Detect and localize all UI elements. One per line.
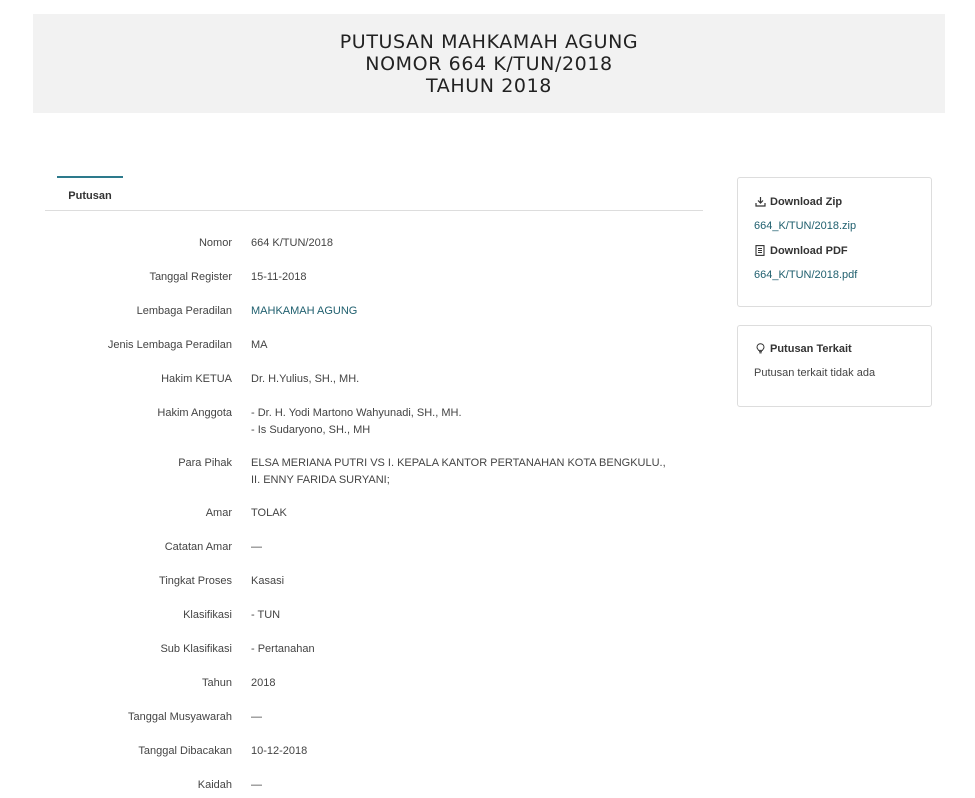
- detail-value: 2018: [251, 677, 276, 689]
- detail-value: 10-12-2018: [251, 745, 308, 757]
- detail-value: —: [251, 541, 262, 553]
- related-decisions-panel: Putusan Terkait Putusan terkait tidak ad…: [737, 325, 932, 407]
- page-title-line-1: PUTUSAN MAHKAMAH AGUNG: [339, 31, 639, 53]
- download-panel: Download Zip 664_K/TUN/2018.zip Download…: [737, 177, 932, 307]
- detail-label: Para Pihak: [178, 457, 232, 469]
- detail-value: Kasasi: [251, 575, 285, 587]
- detail-label: Tanggal Musyawarah: [128, 711, 232, 723]
- page-title-line-2: NOMOR 664 K/TUN/2018: [365, 53, 613, 75]
- download-pdf-heading: Download PDF: [754, 245, 848, 257]
- detail-label: Tanggal Dibacakan: [138, 745, 232, 757]
- related-heading: Putusan Terkait: [754, 343, 852, 355]
- detail-label: Amar: [205, 507, 232, 519]
- detail-label: Tingkat Proses: [159, 575, 232, 587]
- detail-value: Dr. H.Yulius, SH., MH.: [251, 373, 360, 385]
- detail-label: Sub Klasifikasi: [160, 643, 232, 655]
- file-pdf-icon: [754, 245, 766, 257]
- detail-value: ELSA MERIANA PUTRI VS I. KEPALA KANTOR P…: [251, 457, 666, 486]
- page-header: PUTUSAN MAHKAMAH AGUNG NOMOR 664 K/TUN/2…: [33, 14, 945, 113]
- detail-label: Tanggal Register: [149, 271, 232, 283]
- detail-value: - Pertanahan: [251, 643, 315, 655]
- detail-value: —: [251, 779, 262, 791]
- download-pdf-label: Download PDF: [770, 245, 848, 257]
- related-empty-text: Putusan terkait tidak ada: [754, 367, 876, 379]
- detail-label: Hakim KETUA: [161, 373, 232, 385]
- lightbulb-icon: [754, 343, 766, 355]
- page-title-line-3: TAHUN 2018: [426, 75, 552, 97]
- download-zip-label: Download Zip: [770, 196, 843, 208]
- detail-label: Hakim Anggota: [157, 407, 232, 419]
- related-heading-label: Putusan Terkait: [770, 343, 852, 355]
- download-pdf-link[interactable]: 664_K/TUN/2018.pdf: [754, 269, 857, 281]
- lembaga-peradilan-link[interactable]: MAHKAMAH AGUNG: [251, 303, 681, 320]
- detail-label: Jenis Lembaga Peradilan: [107, 339, 232, 351]
- detail-label: Kaidah: [197, 779, 232, 791]
- detail-label: Nomor: [198, 237, 232, 249]
- detail-label: Tahun: [202, 677, 232, 689]
- detail-value: —: [251, 711, 262, 723]
- detail-value: 664 K/TUN/2018: [251, 237, 333, 249]
- detail-label: Catatan Amar: [164, 541, 232, 553]
- hakim-anggota-item: - Is Sudaryono, SH., MH: [251, 424, 371, 436]
- detail-value: TOLAK: [251, 507, 287, 519]
- download-zip-heading: Download Zip: [754, 196, 842, 208]
- detail-value: - Dr. H. Yodi Martono Wahyunadi, SH., MH…: [251, 405, 681, 439]
- page-title: PUTUSAN MAHKAMAH AGUNG NOMOR 664 K/TUN/2…: [33, 31, 945, 97]
- detail-label: Lembaga Peradilan: [136, 305, 232, 317]
- hakim-anggota-item: - Dr. H. Yodi Martono Wahyunadi, SH., MH…: [251, 407, 462, 419]
- tab-putusan[interactable]: Putusan: [57, 176, 123, 209]
- download-icon: [754, 196, 766, 208]
- detail-value: - TUN: [251, 609, 281, 621]
- download-zip-link[interactable]: 664_K/TUN/2018.zip: [754, 220, 856, 232]
- detail-value: 15-11-2018: [251, 271, 307, 283]
- detail-label: Klasifikasi: [183, 609, 232, 621]
- detail-value: MA: [251, 339, 268, 351]
- tab-bar: Putusan: [45, 176, 703, 211]
